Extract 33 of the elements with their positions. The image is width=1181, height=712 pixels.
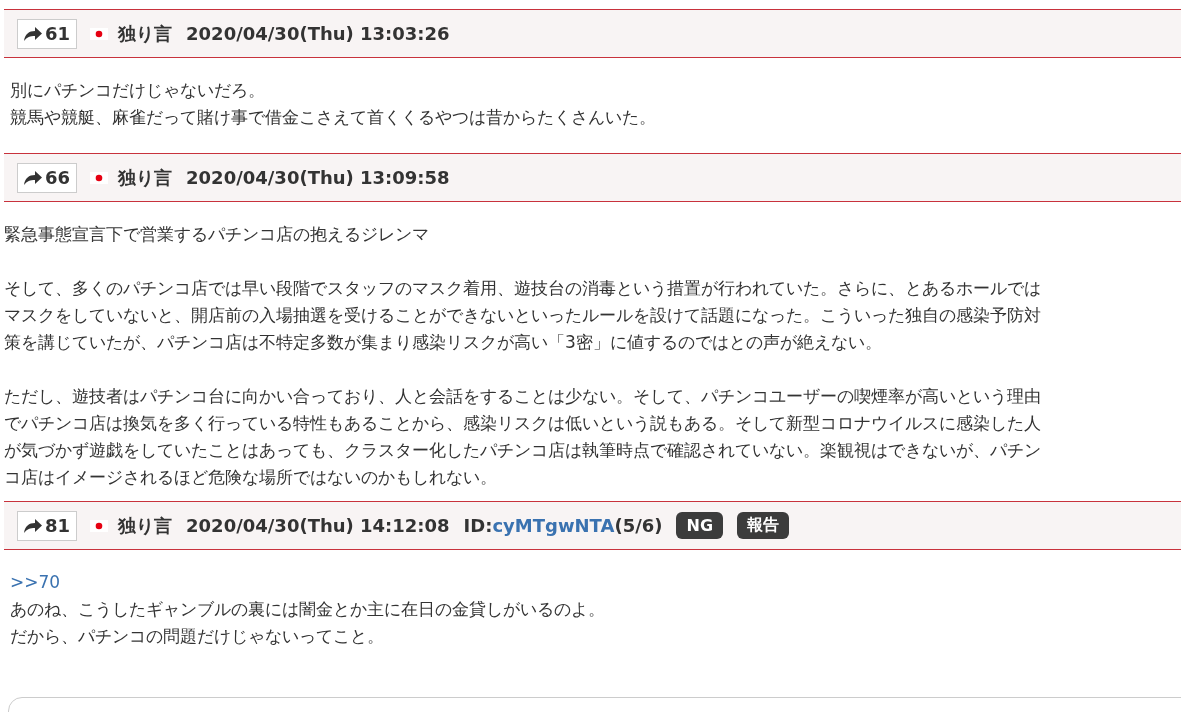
id-label: ID: — [463, 515, 493, 536]
reply-number-button[interactable]: 81 — [17, 510, 78, 541]
reply-arrow-icon — [23, 25, 43, 42]
body-text: でパチンコ店は換気を多く行っている特性もあることから、感染リスクは低いという説もある。そして新型コロナウイルスに感染した人 — [4, 412, 1042, 435]
poster-name: 独り言 — [118, 21, 173, 46]
flag-icon — [90, 519, 109, 532]
body-text: 競馬や競艇、麻雀だって賭け事で借金こさえて首くくるやつは昔からたくさんいた。 — [10, 106, 657, 129]
reply-arrow-icon — [23, 517, 43, 534]
id-count: (5/6) — [614, 515, 663, 536]
reply-number-button[interactable]: 66 — [17, 162, 78, 193]
reply-arrow-icon — [23, 169, 43, 186]
body-text: 別にパチンコだけじゃないだろ。 — [10, 79, 266, 102]
action-button[interactable]: 報告 — [737, 512, 789, 539]
body-text: が気づかず遊戯をしていたことはあっても、クラスター化したパチンコ店は執筆時点で確認されていない。楽観視はできないが、パチン — [4, 439, 1042, 462]
body-text: 策を講じていたが、パチンコ店は不特定多数が集まり感染リスクが高い「3密」に値するのではとの声が絶えない。 — [4, 331, 883, 354]
post-date: 2020/04/30(Thu) 13:09:58 — [186, 167, 450, 188]
flag-icon — [90, 171, 109, 184]
flag-icon — [90, 27, 109, 40]
body-text: 緊急事態宣言下で営業するパチンコ店の抱えるジレンマ — [4, 223, 430, 246]
post-date: 2020/04/30(Thu) 14:12:08 — [186, 515, 450, 536]
reply-number-button[interactable]: 61 — [17, 18, 78, 49]
id-link[interactable]: cyMTgwNTA — [492, 515, 615, 536]
body-text: ただし、遊技者はパチンコ台に向かい合っており、人と会話をすることは少ない。そして、パチンコユーザーの喫煙率が高いという理由 — [4, 385, 1042, 408]
body-text: そして、多くのパチンコ店では早い段階でスタッフのマスク着用、遊技台の消毒という措置が行われていた。さらに、とあるホールでは — [4, 277, 1042, 300]
body-text: あのね、こうしたギャンブルの裏には闇金とか主に在日の金貸しがいるのよ。 — [10, 598, 606, 621]
reply-anchor-link[interactable]: >>70 — [10, 569, 1181, 596]
post-date: 2020/04/30(Thu) 13:03:26 — [186, 23, 450, 44]
body-text: コ店はイメージされるほど危険な場所ではないのかもしれない。 — [4, 466, 498, 489]
poster-name: 独り言 — [118, 513, 173, 538]
body-text: だから、パチンコの問題だけじゃないってこと。 — [10, 625, 385, 648]
poster-name: 独り言 — [118, 165, 173, 190]
action-button[interactable]: NG — [676, 512, 723, 539]
body-text: マスクをしていないと、開店前の入場抽選を受けることができないといったルールを設けて話題になった。こういった独自の感染予防対 — [4, 304, 1042, 327]
